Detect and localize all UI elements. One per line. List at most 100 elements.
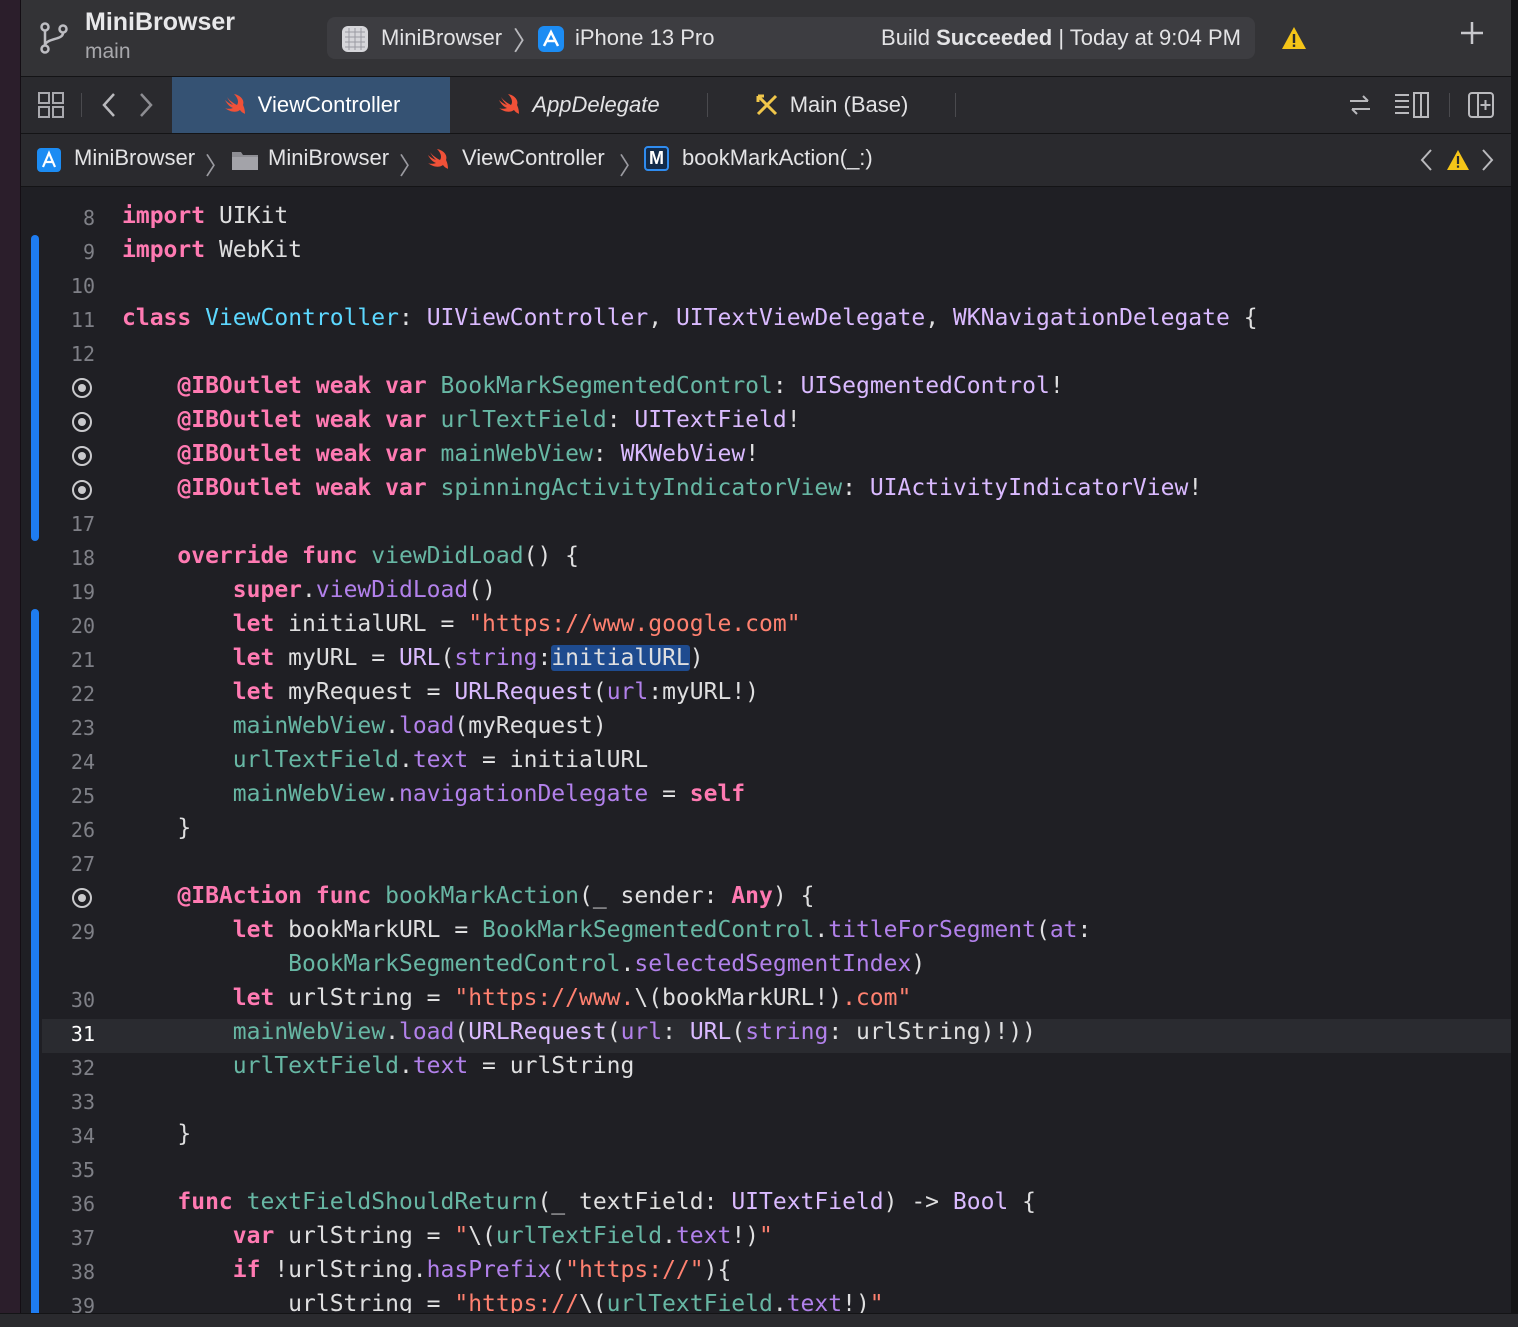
device-icon[interactable] <box>537 25 565 53</box>
swap-icon[interactable] <box>1347 92 1373 118</box>
line-number[interactable]: 8 <box>43 206 95 230</box>
device-name[interactable]: iPhone 13 Pro <box>575 25 714 51</box>
outlet-connection-icon[interactable] <box>72 888 92 908</box>
project-icon[interactable] <box>36 147 62 173</box>
outlet-connection-icon[interactable] <box>72 480 92 500</box>
code-line[interactable]: @IBOutlet weak var BookMarkSegmentedCont… <box>122 373 1063 399</box>
tab-appdelegate-label: AppDelegate <box>532 92 660 117</box>
method-icon[interactable]: M <box>644 146 669 171</box>
line-number[interactable]: 11 <box>43 308 95 332</box>
editor-options-icon[interactable] <box>1393 91 1431 119</box>
line-number[interactable]: 36 <box>43 1192 95 1216</box>
line-number[interactable]: 26 <box>43 818 95 842</box>
forward-icon[interactable] <box>135 91 157 119</box>
breadcrumb-chevron-icon: 〉 <box>619 153 643 180</box>
line-number[interactable]: 30 <box>43 988 95 1012</box>
issue-warning-icon[interactable] <box>1446 149 1470 171</box>
line-number[interactable]: 33 <box>43 1090 95 1114</box>
line-number[interactable]: 29 <box>43 920 95 944</box>
add-editor-icon[interactable] <box>1467 91 1495 119</box>
line-number[interactable]: 10 <box>43 274 95 298</box>
code-line[interactable]: urlTextField.text = initialURL <box>122 747 648 773</box>
branch-name[interactable]: main <box>85 40 131 64</box>
line-number[interactable]: 39 <box>43 1294 95 1313</box>
line-number[interactable]: 18 <box>43 546 95 570</box>
breadcrumb-folder[interactable]: MiniBrowser <box>268 145 389 171</box>
scheme-name[interactable]: MiniBrowser <box>381 25 502 51</box>
code-line[interactable]: @IBAction func bookMarkAction(_ sender: … <box>122 883 814 909</box>
branch-icon[interactable] <box>37 20 71 56</box>
code-line[interactable]: func textFieldShouldReturn(_ textField: … <box>122 1189 1036 1215</box>
code-line[interactable]: let urlString = "https://www.\(bookMarkU… <box>122 985 912 1011</box>
code-line[interactable]: urlString = "https://\(urlTextField.text… <box>122 1291 884 1313</box>
line-number[interactable]: 22 <box>43 682 95 706</box>
line-number[interactable]: 31 <box>43 1022 95 1046</box>
line-number[interactable]: 9 <box>43 240 95 264</box>
line-number[interactable]: 34 <box>43 1124 95 1148</box>
add-icon[interactable] <box>1457 18 1487 48</box>
line-number[interactable]: 37 <box>43 1226 95 1250</box>
tab-appdelegate[interactable]: AppDelegate <box>450 77 706 133</box>
code-line[interactable]: let bookMarkURL = BookMarkSegmentedContr… <box>122 917 1092 943</box>
outlet-connection-icon[interactable] <box>72 412 92 432</box>
outlet-connection-icon[interactable] <box>72 378 92 398</box>
debug-bar <box>0 1313 1518 1327</box>
toolbar: MiniBrowser main MiniBrowser 〉 iPhone 13… <box>21 0 1511 77</box>
code-line[interactable]: let myRequest = URLRequest(url:myURL!) <box>122 679 759 705</box>
app-scheme-icon[interactable] <box>341 25 369 53</box>
line-number[interactable]: 27 <box>43 852 95 876</box>
swift-icon <box>499 94 520 114</box>
code-line[interactable]: mainWebView.load(URLRequest(url: URL(str… <box>122 1019 1036 1045</box>
build-status-prefix: Build <box>881 25 937 50</box>
scheme-chevron-icon: 〉 <box>513 26 540 56</box>
line-number[interactable]: 17 <box>43 512 95 536</box>
code-line[interactable]: import WebKit <box>122 237 302 263</box>
code-line[interactable]: if !urlString.hasPrefix("https://"){ <box>122 1257 732 1283</box>
left-window-strip <box>0 0 21 1326</box>
project-name[interactable]: MiniBrowser <box>85 8 235 37</box>
code-line[interactable]: @IBOutlet weak var spinningActivityIndic… <box>122 475 1202 501</box>
line-number[interactable]: 24 <box>43 750 95 774</box>
folder-icon[interactable] <box>231 149 259 171</box>
code-line[interactable]: mainWebView.navigationDelegate = self <box>122 781 745 807</box>
line-number[interactable]: 12 <box>43 342 95 366</box>
warning-icon[interactable] <box>1281 26 1307 50</box>
code-line[interactable]: } <box>122 815 191 841</box>
next-issue-icon[interactable] <box>1479 148 1495 172</box>
code-line[interactable]: } <box>122 1121 191 1147</box>
swift-icon[interactable] <box>425 147 451 173</box>
line-number[interactable]: 35 <box>43 1158 95 1182</box>
code-line[interactable]: class ViewController: UIViewController, … <box>122 305 1258 331</box>
line-number[interactable]: 38 <box>43 1260 95 1284</box>
line-number[interactable]: 25 <box>43 784 95 808</box>
scheme-activity-bar: MiniBrowser 〉 iPhone 13 Pro Build Succee… <box>327 17 1255 59</box>
code-line[interactable]: @IBOutlet weak var urlTextField: UITextF… <box>122 407 800 433</box>
code-line[interactable]: let myURL = URL(string:initialURL) <box>122 645 704 671</box>
tab-main-storyboard[interactable]: Main (Base) <box>708 77 954 133</box>
line-number[interactable]: 19 <box>43 580 95 604</box>
tab-viewcontroller[interactable]: ViewController <box>172 77 450 133</box>
code-line[interactable]: import UIKit <box>122 203 288 229</box>
line-number[interactable]: 23 <box>43 716 95 740</box>
storyboard-icon <box>756 94 777 116</box>
line-number[interactable]: 20 <box>43 614 95 638</box>
code-line[interactable]: var urlString = "\(urlTextField.text!)" <box>122 1223 773 1249</box>
outlet-connection-icon[interactable] <box>72 446 92 466</box>
breadcrumb-chevron-icon: 〉 <box>399 153 423 180</box>
grid-icon[interactable] <box>37 91 65 119</box>
breadcrumb-method[interactable]: bookMarkAction(_:) <box>682 145 873 171</box>
code-line[interactable]: override func viewDidLoad() { <box>122 543 579 569</box>
breadcrumb-project[interactable]: MiniBrowser <box>74 145 195 171</box>
code-line[interactable]: urlTextField.text = urlString <box>122 1053 635 1079</box>
code-line[interactable]: super.viewDidLoad() <box>122 577 496 603</box>
source-editor[interactable]: 8 import UIKit 9 import WebKit 10 11 class Vie… <box>21 187 1511 1313</box>
code-line[interactable]: mainWebView.load(myRequest) <box>122 713 607 739</box>
code-line[interactable]: @IBOutlet weak var mainWebView: WKWebVie… <box>122 441 759 467</box>
back-icon[interactable] <box>99 91 121 119</box>
code-line[interactable]: let initialURL = "https://www.google.com… <box>122 611 801 637</box>
previous-issue-icon[interactable] <box>1419 148 1435 172</box>
code-line[interactable]: BookMarkSegmentedControl.selectedSegment… <box>122 951 925 977</box>
breadcrumb-file[interactable]: ViewController <box>462 145 605 171</box>
line-number[interactable]: 32 <box>43 1056 95 1080</box>
line-number[interactable]: 21 <box>43 648 95 672</box>
